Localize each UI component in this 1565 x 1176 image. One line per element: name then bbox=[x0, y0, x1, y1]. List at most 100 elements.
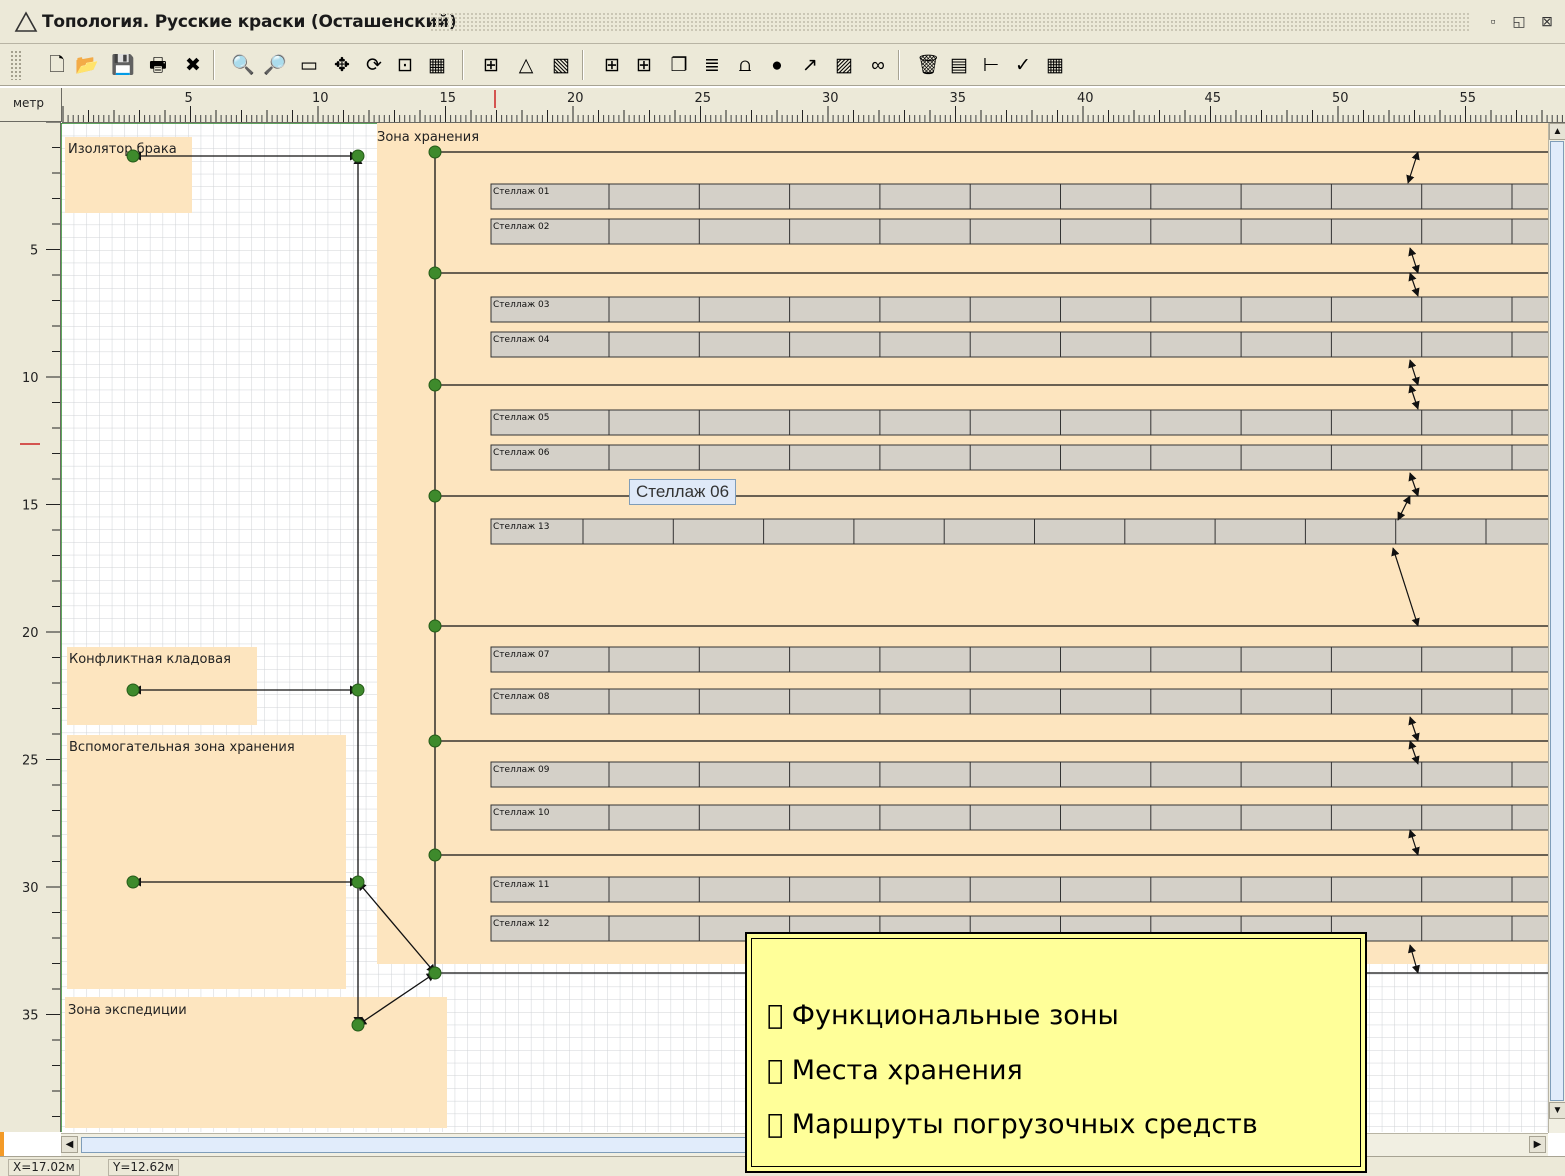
toolbar-separator bbox=[213, 50, 215, 80]
rotate-icon[interactable]: ⟳ bbox=[361, 52, 387, 78]
add-racks-icon[interactable]: ⊞ bbox=[631, 52, 657, 78]
route-node[interactable] bbox=[126, 875, 140, 889]
rack-body[interactable] bbox=[490, 218, 1548, 245]
vertical-ruler-svg: 5 10 15 20 25 30 35 bbox=[20, 121, 60, 1117]
zone-icon[interactable]: ▨ bbox=[831, 52, 857, 78]
connect-icon[interactable]: ↗ bbox=[797, 52, 823, 78]
link-icon[interactable]: ∞ bbox=[865, 52, 891, 78]
minimize-icon[interactable]: ▫ bbox=[1482, 10, 1504, 32]
vertical-scrollbar[interactable]: ▲ ▼ bbox=[1548, 123, 1565, 1133]
properties-icon[interactable]: ▤ bbox=[946, 52, 972, 78]
scroll-right-icon[interactable]: ▶ bbox=[1529, 1136, 1546, 1153]
ruler-label: 25 bbox=[695, 91, 712, 106]
window-titlebar: Топология. Русские краски (Осташенский) … bbox=[0, 0, 1565, 44]
maximize-icon[interactable]: ◱ bbox=[1508, 10, 1530, 32]
route-node[interactable] bbox=[351, 683, 365, 697]
delete-icon[interactable]: 🗑 bbox=[915, 52, 941, 78]
open-icon[interactable]: 📂 bbox=[74, 52, 100, 78]
rack-label: Стеллаж 01 bbox=[493, 187, 550, 197]
rack-body[interactable] bbox=[490, 444, 1548, 471]
route-node[interactable] bbox=[351, 1018, 365, 1032]
ruler-label: 5 bbox=[30, 244, 38, 259]
zoom-out-icon[interactable]: 🔎 bbox=[262, 52, 288, 78]
rack[interactable]: Стеллаж 01 bbox=[490, 183, 1548, 210]
rack-body[interactable] bbox=[490, 688, 1548, 715]
route-node[interactable] bbox=[428, 966, 442, 980]
triangle-icon[interactable]: △ bbox=[513, 52, 539, 78]
scroll-left-icon[interactable]: ◀ bbox=[61, 1136, 78, 1153]
rack[interactable]: Стеллаж 10 bbox=[490, 804, 1548, 831]
route-icon[interactable]: ⩍ bbox=[732, 52, 758, 78]
rack[interactable]: Стеллаж 06 bbox=[490, 444, 1548, 471]
rack[interactable]: Стеллаж 03 bbox=[490, 296, 1548, 323]
route-node[interactable] bbox=[428, 619, 442, 633]
route-node[interactable] bbox=[428, 378, 442, 392]
new-icon[interactable]: 🗋 bbox=[44, 52, 70, 78]
rack-body[interactable] bbox=[490, 804, 1548, 831]
rack-body[interactable] bbox=[490, 518, 1548, 545]
move-icon[interactable]: ✥ bbox=[329, 52, 355, 78]
route-node[interactable] bbox=[428, 734, 442, 748]
layers-icon[interactable]: ≣ bbox=[699, 52, 725, 78]
zoom-in-icon[interactable]: 🔍 bbox=[230, 52, 256, 78]
close-window-icon[interactable]: ⊠ bbox=[1536, 10, 1558, 32]
grid-icon[interactable]: ▦ bbox=[1042, 52, 1068, 78]
ruler-label: 25 bbox=[22, 754, 39, 769]
vertical-ruler: 5 10 15 20 25 30 35 bbox=[0, 121, 61, 1132]
rack-body[interactable] bbox=[490, 409, 1548, 436]
route-node[interactable] bbox=[428, 848, 442, 862]
rack-label: Стеллаж 08 bbox=[493, 692, 550, 702]
main-toolbar: 🗋 📂 💾 🖶 ✖ 🔍 🔎 ▭ ✥ ⟳ ⊡ ▦ ⊞ △ ▧ ⊞ ⊞ ❐ ≣ ⩍ ● ↗ ▨ ∞ 🗑 ▤ ⊢ ✓ ▦ bbox=[0, 44, 1565, 86]
route-node[interactable] bbox=[428, 145, 442, 159]
zone-aux-storage[interactable] bbox=[67, 735, 346, 989]
route-node[interactable] bbox=[351, 149, 365, 163]
add-node-icon[interactable]: ● bbox=[764, 52, 790, 78]
ruler-unit: метр bbox=[0, 88, 62, 122]
rack[interactable]: Стеллаж 09 bbox=[490, 761, 1548, 788]
toolbar-separator bbox=[898, 50, 900, 80]
rack[interactable]: Стеллаж 08 bbox=[490, 688, 1548, 715]
rack[interactable]: Стеллаж 13 bbox=[490, 518, 1548, 545]
ruler-icon[interactable]: ▭ bbox=[296, 52, 322, 78]
group-icon[interactable]: ❐ bbox=[666, 52, 692, 78]
ruler-label: 50 bbox=[1332, 91, 1349, 106]
zone-label-defect: Изолятор брака bbox=[68, 142, 177, 157]
route-node[interactable] bbox=[428, 489, 442, 503]
route-node[interactable] bbox=[428, 266, 442, 280]
ruler-label: 40 bbox=[1077, 91, 1094, 106]
ruler-label: 35 bbox=[22, 1009, 39, 1024]
close-icon[interactable]: ✖ bbox=[180, 52, 206, 78]
legend-box:   Функциональные зоны   Места хранения  … bbox=[745, 932, 1367, 1173]
rack-label: Стеллаж 11 bbox=[493, 880, 550, 890]
rack-body[interactable] bbox=[490, 183, 1548, 210]
ruler-label: 45 bbox=[1205, 91, 1222, 106]
scroll-down-icon[interactable]: ▼ bbox=[1549, 1102, 1565, 1119]
tree-icon[interactable]: ⊢ bbox=[978, 52, 1004, 78]
check-icon[interactable]: ✓ bbox=[1010, 52, 1036, 78]
keyboard-icon[interactable]: ▦ bbox=[424, 52, 450, 78]
rack-tool-icon[interactable]: ⊞ bbox=[478, 52, 504, 78]
rack-body[interactable] bbox=[490, 331, 1548, 358]
add-rack-icon[interactable]: ⊞ bbox=[599, 52, 625, 78]
select-area-icon[interactable]: ⊡ bbox=[392, 52, 418, 78]
ruler-label: 35 bbox=[950, 91, 967, 106]
rack[interactable]: Стеллаж 11 bbox=[490, 876, 1548, 903]
route-node[interactable] bbox=[126, 149, 140, 163]
rack-body[interactable] bbox=[490, 296, 1548, 323]
print-icon[interactable]: 🖶 bbox=[145, 52, 171, 78]
toolbar-grip bbox=[10, 50, 22, 80]
rack[interactable]: Стеллаж 02 bbox=[490, 218, 1548, 245]
rack[interactable]: Стеллаж 07 bbox=[490, 646, 1548, 673]
rack[interactable]: Стеллаж 04 bbox=[490, 331, 1548, 358]
route-node[interactable] bbox=[351, 875, 365, 889]
ruler-label: 15 bbox=[22, 499, 39, 514]
rack[interactable]: Стеллаж 05 bbox=[490, 409, 1548, 436]
vertical-scroll-thumb[interactable] bbox=[1550, 141, 1564, 1101]
route-node[interactable] bbox=[126, 683, 140, 697]
save-icon[interactable]: 💾 bbox=[110, 52, 136, 78]
scroll-up-icon[interactable]: ▲ bbox=[1549, 123, 1565, 140]
rack-body[interactable] bbox=[490, 646, 1548, 673]
hatch-icon[interactable]: ▧ bbox=[548, 52, 574, 78]
rack-body[interactable] bbox=[490, 761, 1548, 788]
rack-body[interactable] bbox=[490, 876, 1548, 903]
